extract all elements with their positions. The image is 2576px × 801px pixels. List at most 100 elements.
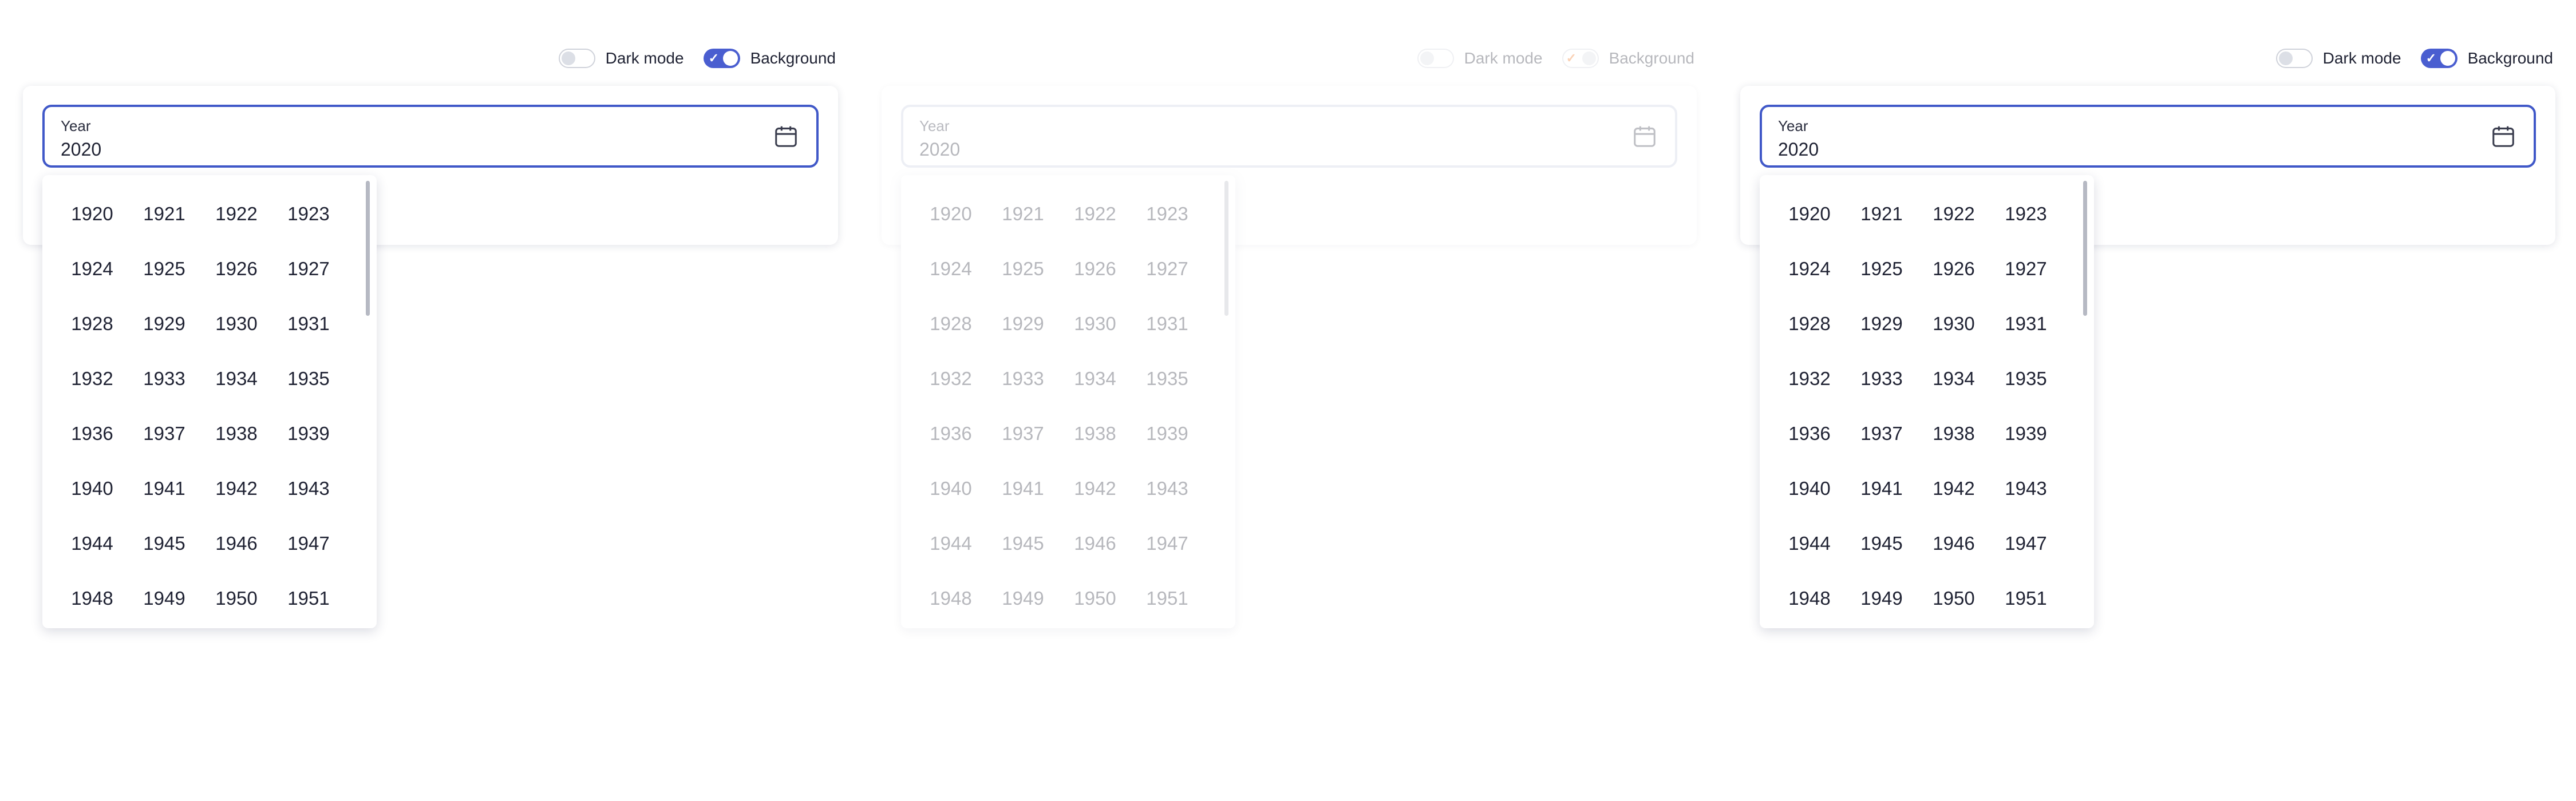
year-option[interactable]: 1933 [987,351,1059,406]
background-toggle[interactable]: ✓ Background [2420,49,2553,68]
year-option[interactable]: 1925 [987,241,1059,296]
year-option[interactable]: 1942 [1918,461,1990,516]
calendar-icon[interactable] [773,123,799,149]
year-option[interactable]: 1923 [1990,187,2062,241]
year-option[interactable]: 1924 [1773,241,1846,296]
year-option[interactable]: 1940 [56,461,128,516]
dark-mode-switch[interactable] [558,49,595,68]
year-option[interactable]: 1921 [987,187,1059,241]
year-option[interactable]: 1920 [1773,187,1846,241]
dark-mode-switch[interactable] [2275,49,2313,68]
year-field-value[interactable]: 2020 [1778,139,1819,160]
year-field-value[interactable]: 2020 [61,139,101,160]
year-option[interactable]: 1934 [200,351,272,406]
year-option[interactable]: 1925 [128,241,200,296]
year-field[interactable]: Year 2020 [901,105,1677,168]
year-option[interactable]: 1936 [56,406,128,461]
year-option[interactable]: 1936 [1773,406,1846,461]
year-option[interactable]: 1930 [1059,296,1131,351]
year-option[interactable]: 1926 [1059,241,1131,296]
year-option[interactable]: 1932 [1773,351,1846,406]
scrollbar-thumb[interactable] [366,181,370,316]
year-option[interactable]: 1935 [1131,351,1203,406]
year-option[interactable]: 1932 [56,351,128,406]
year-option[interactable]: 1939 [1131,406,1203,461]
year-option[interactable]: 1945 [128,516,200,571]
year-option[interactable]: 1929 [987,296,1059,351]
year-option[interactable]: 1946 [1918,516,1990,571]
year-option[interactable]: 1947 [272,516,345,571]
year-option[interactable]: 1926 [200,241,272,296]
year-option[interactable]: 1934 [1918,351,1990,406]
year-option[interactable]: 1923 [1131,187,1203,241]
year-option[interactable]: 1937 [128,406,200,461]
year-option[interactable]: 1950 [200,571,272,626]
year-field[interactable]: Year 2020 [42,105,819,168]
dark-mode-toggle[interactable]: Dark mode [558,49,684,68]
year-option[interactable]: 1937 [987,406,1059,461]
year-option[interactable]: 1934 [1059,351,1131,406]
year-option[interactable]: 1941 [128,461,200,516]
year-option[interactable]: 1928 [1773,296,1846,351]
year-option[interactable]: 1948 [56,571,128,626]
year-field[interactable]: Year 2020 [1760,105,2536,168]
year-option[interactable]: 1931 [1990,296,2062,351]
year-option[interactable]: 1950 [1918,571,1990,626]
year-option[interactable]: 1929 [1846,296,1918,351]
year-option[interactable]: 1950 [1059,571,1131,626]
year-option[interactable]: 1949 [128,571,200,626]
year-option[interactable]: 1927 [1131,241,1203,296]
year-option[interactable]: 1951 [272,571,345,626]
year-option[interactable]: 1930 [200,296,272,351]
year-option[interactable]: 1930 [1918,296,1990,351]
year-option[interactable]: 1944 [915,516,987,571]
scrollbar-thumb[interactable] [2083,181,2087,316]
year-option[interactable]: 1949 [1846,571,1918,626]
calendar-icon[interactable] [2490,123,2516,149]
year-option[interactable]: 1935 [1990,351,2062,406]
year-option[interactable]: 1939 [1990,406,2062,461]
year-option[interactable]: 1943 [1131,461,1203,516]
year-option[interactable]: 1922 [1918,187,1990,241]
background-switch[interactable]: ✓ [703,49,740,68]
year-option[interactable]: 1924 [56,241,128,296]
year-option[interactable]: 1932 [915,351,987,406]
year-option[interactable]: 1946 [200,516,272,571]
year-option[interactable]: 1923 [272,187,345,241]
year-option[interactable]: 1951 [1990,571,2062,626]
calendar-icon[interactable] [1631,123,1658,149]
year-option[interactable]: 1940 [915,461,987,516]
year-option[interactable]: 1945 [1846,516,1918,571]
year-option[interactable]: 1925 [1846,241,1918,296]
year-option[interactable]: 1921 [1846,187,1918,241]
year-option[interactable]: 1939 [272,406,345,461]
year-option[interactable]: 1933 [1846,351,1918,406]
year-option[interactable]: 1940 [1773,461,1846,516]
year-option[interactable]: 1945 [987,516,1059,571]
year-option[interactable]: 1948 [1773,571,1846,626]
year-option[interactable]: 1947 [1990,516,2062,571]
scrollbar-thumb[interactable] [1224,181,1228,316]
year-option[interactable]: 1941 [987,461,1059,516]
background-toggle[interactable]: ✓ Background [1562,49,1694,68]
dark-mode-switch[interactable] [1417,49,1454,68]
year-option[interactable]: 1949 [987,571,1059,626]
year-option[interactable]: 1936 [915,406,987,461]
year-option[interactable]: 1948 [915,571,987,626]
year-option[interactable]: 1938 [1059,406,1131,461]
dark-mode-toggle[interactable]: Dark mode [1417,49,1543,68]
year-option[interactable]: 1929 [128,296,200,351]
year-option[interactable]: 1943 [272,461,345,516]
year-option[interactable]: 1922 [1059,187,1131,241]
year-option[interactable]: 1946 [1059,516,1131,571]
year-option[interactable]: 1942 [200,461,272,516]
year-option[interactable]: 1944 [1773,516,1846,571]
dark-mode-toggle[interactable]: Dark mode [2275,49,2401,68]
year-option[interactable]: 1938 [1918,406,1990,461]
year-option[interactable]: 1941 [1846,461,1918,516]
year-option[interactable]: 1920 [915,187,987,241]
year-option[interactable]: 1947 [1131,516,1203,571]
background-toggle[interactable]: ✓ Background [703,49,836,68]
year-option[interactable]: 1943 [1990,461,2062,516]
year-option[interactable]: 1921 [128,187,200,241]
